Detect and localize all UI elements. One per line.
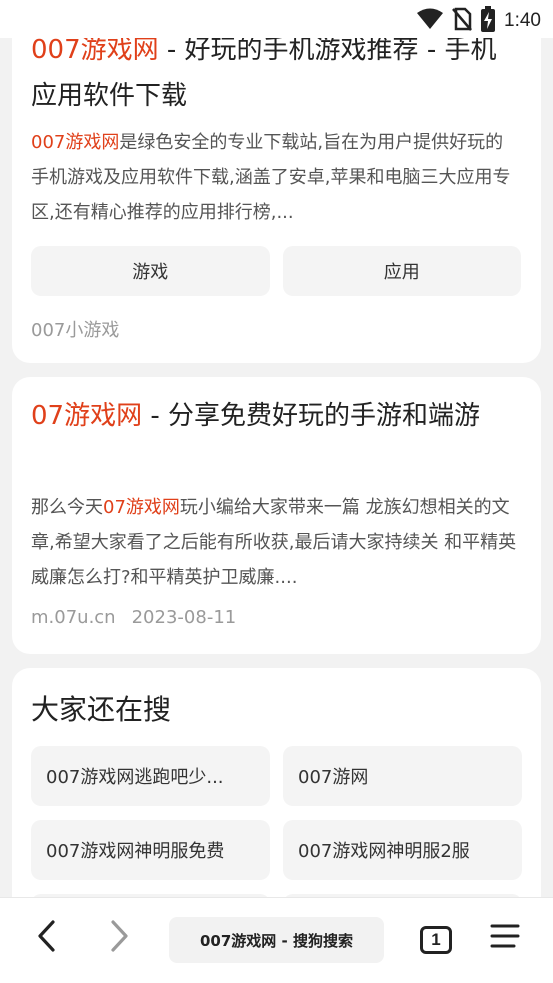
tabs-button[interactable]: 1 (420, 926, 452, 954)
forward-icon (107, 919, 131, 957)
sitelink-button-games[interactable]: 游戏 (31, 246, 270, 296)
result-meta: m.07u.cn 2023-08-11 (31, 607, 236, 628)
sitelink-buttons: 游戏 应用 (31, 246, 521, 296)
result-snippet: 007游戏网是绿色安全的专业下载站,旨在为用户提供好玩的手机游戏及应用软件下载,… (31, 125, 521, 230)
result-card-2[interactable]: 07游戏网 - 分享免费好玩的手游和端游 那么今天07游戏网玩小编给大家带来一篇… (12, 377, 541, 654)
snippet-highlight: 007游戏网 (31, 132, 120, 153)
back-button[interactable] (25, 916, 69, 960)
sitelink-button-apps[interactable]: 应用 (282, 246, 521, 296)
related-searches-title: 大家还在搜 (31, 693, 172, 726)
wifi-icon (416, 8, 444, 34)
related-search-item[interactable]: 007游网 (283, 746, 522, 806)
back-icon (35, 919, 59, 957)
result-title-link[interactable]: 07游戏网 - 分享免费好玩的手游和端游 (31, 393, 526, 439)
status-icons: 1:40 (416, 6, 541, 36)
result-title-link[interactable]: 007游戏网 - 好玩的手机游戏推荐 - 手机应用软件下载 (31, 27, 521, 119)
result-card-1[interactable]: 007游戏网 - 好玩的手机游戏推荐 - 手机应用软件下载 007游戏网是绿色安… (12, 0, 541, 363)
result-snippet: 那么今天07游戏网玩小编给大家带来一篇 龙族幻想相关的文章,希望大家看了之后能有… (31, 490, 521, 595)
related-search-item[interactable]: 007游戏网逃跑吧少... (31, 746, 270, 806)
menu-icon (490, 923, 520, 953)
battery-charging-icon (480, 6, 496, 36)
related-searches-grid: 007游戏网逃跑吧少... 007游网 007游戏网神明服免费 007游戏网神明… (31, 746, 522, 897)
related-searches-card: 大家还在搜 007游戏网逃跑吧少... 007游网 007游戏网神明服免费 00… (12, 668, 541, 897)
related-search-item[interactable]: 007游戏网神明服2服 (283, 820, 522, 880)
menu-button[interactable] (483, 916, 527, 960)
snippet-highlight: 07游戏网 (103, 497, 180, 518)
title-highlight: 07游戏网 (31, 401, 143, 431)
no-sim-icon (452, 7, 472, 35)
address-bar[interactable]: 007游戏网 - 搜狗搜索 (169, 917, 384, 963)
result-source: m.07u.cn (31, 607, 116, 628)
status-time: 1:40 (504, 10, 541, 31)
title-text: - 分享免费好玩的手游和端游 (142, 401, 481, 431)
bottom-toolbar: 007游戏网 - 搜狗搜索 1 (0, 897, 553, 983)
status-bar: 1:40 (0, 0, 553, 38)
title-highlight: 007游戏网 (31, 35, 159, 65)
related-search-item[interactable]: 007游戏网神明服免费 (31, 820, 270, 880)
result-date: 2023-08-11 (131, 607, 237, 628)
results-scroll-area[interactable]: 007游戏网 - 好玩的手机游戏推荐 - 手机应用软件下载 007游戏网是绿色安… (0, 0, 553, 897)
snippet-prefix: 那么今天 (31, 497, 103, 518)
result-source: 007小游戏 (31, 320, 120, 341)
forward-button[interactable] (97, 916, 141, 960)
